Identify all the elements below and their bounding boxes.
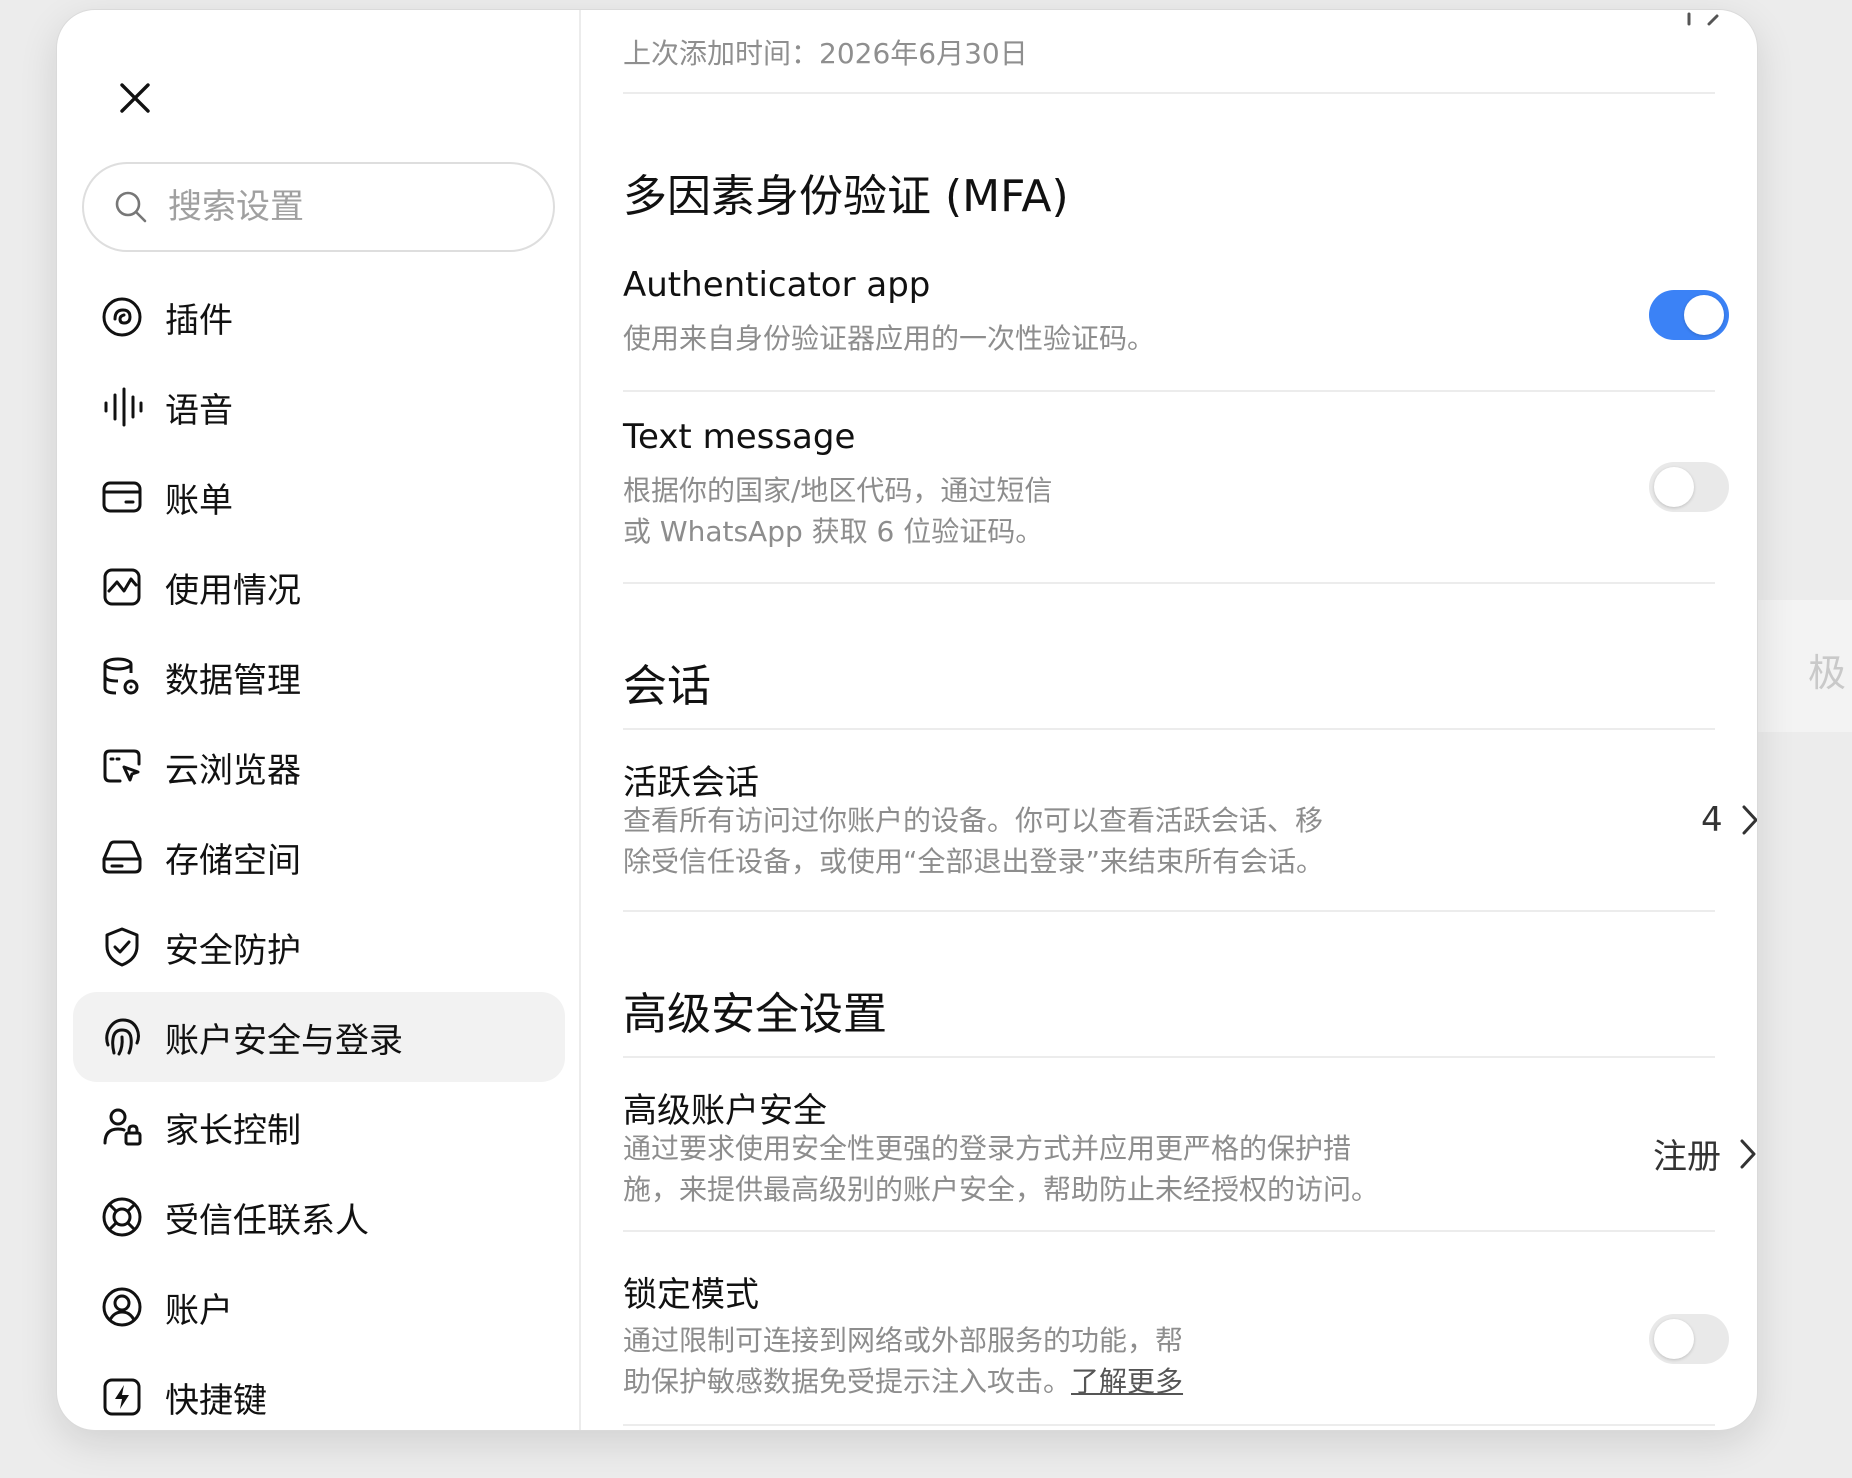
- authenticator-app-desc: 使用来自身份验证器应用的一次性验证码。: [623, 322, 1156, 355]
- settings-sidebar: 插件 语音 账单 使用情况: [57, 10, 581, 1430]
- active-sessions-desc-line: 查看所有访问过你账户的设备。你可以查看活跃会话、移: [623, 804, 1324, 837]
- toggle-knob: [1654, 1319, 1694, 1359]
- sidebar-item-label: 账单: [165, 480, 233, 521]
- sidebar-item-label: 账户安全与登录: [165, 1020, 403, 1061]
- authenticator-app-title: Authenticator app: [623, 265, 931, 305]
- divider: [623, 390, 1715, 392]
- sidebar-item-label: 数据管理: [165, 660, 301, 701]
- sidebar-item-label: 存储空间: [165, 840, 301, 881]
- sessions-section-title: 会话: [623, 661, 711, 712]
- advanced-security-section-title: 高级安全设置: [623, 989, 887, 1040]
- sidebar-item-account[interactable]: 账户: [73, 1262, 565, 1352]
- sidebar-item-voice[interactable]: 语音: [73, 362, 565, 452]
- sidebar-item-label: 语音: [165, 390, 233, 431]
- card-icon: [99, 474, 145, 520]
- voice-waveform-icon: [99, 384, 145, 430]
- database-settings-icon: [99, 654, 145, 700]
- lockdown-mode-desc: 通过限制可连接到网络或外部服务的功能，帮 助保护敏感数据免受提示注入攻击。了解更…: [623, 1320, 1383, 1402]
- active-sessions-desc: 查看所有访问过你账户的设备。你可以查看活跃会话、移 除受信任设备，或使用“全部退…: [623, 800, 1383, 882]
- divider: [623, 910, 1715, 912]
- learn-more-link[interactable]: 了解更多: [1071, 1365, 1183, 1398]
- divider: [623, 728, 1715, 730]
- advanced-account-security-desc-line: 通过要求使用安全性更强的登录方式并应用更严格的保护措: [623, 1132, 1352, 1165]
- settings-modal: 插件 语音 账单 使用情况: [57, 10, 1757, 1430]
- sidebar-item-label: 插件: [165, 300, 233, 341]
- lockdown-mode-desc-line: 通过限制可连接到网络或外部服务的功能，帮: [623, 1324, 1184, 1357]
- text-message-toggle[interactable]: [1649, 462, 1729, 512]
- shield-check-icon: [99, 924, 145, 970]
- toggle-knob: [1654, 467, 1694, 507]
- active-sessions-link[interactable]: 4: [1701, 800, 1757, 840]
- enroll-link[interactable]: 注册: [1653, 1129, 1757, 1178]
- top-row-chevron-icon: [1687, 12, 1719, 26]
- sidebar-item-label: 安全防护: [165, 930, 301, 971]
- chevron-right-icon: [1739, 1138, 1757, 1170]
- advanced-account-security-desc: 通过要求使用安全性更强的登录方式并应用更严格的保护措 施，来提供最高级别的账户安…: [623, 1128, 1383, 1210]
- text-message-desc: 根据你的国家/地区代码，通过短信 或 WhatsApp 获取 6 位验证码。: [623, 470, 1383, 552]
- parent-lock-icon: [99, 1104, 145, 1150]
- active-sessions-title: 活跃会话: [623, 763, 759, 803]
- sidebar-item-billing[interactable]: 账单: [73, 452, 565, 542]
- sidebar-item-cloud-browser[interactable]: 云浏览器: [73, 722, 565, 812]
- sidebar-item-label: 受信任联系人: [165, 1200, 369, 1241]
- settings-nav: 插件 语音 账单 使用情况 数据管理 云浏览器 存储空间 安全防护 账户安全与登…: [73, 272, 565, 1430]
- enroll-label: 注册: [1653, 1137, 1721, 1177]
- fingerprint-icon: [99, 1014, 145, 1060]
- close-button[interactable]: [99, 62, 171, 134]
- sidebar-item-data-management[interactable]: 数据管理: [73, 632, 565, 722]
- chevron-right-icon: [1741, 804, 1757, 836]
- advanced-account-security-desc-line: 施，来提供最高级别的账户安全，帮助防止未经授权的访问。: [623, 1173, 1380, 1206]
- sidebar-item-trusted-contacts[interactable]: 受信任联系人: [73, 1172, 565, 1262]
- divider: [623, 92, 1715, 94]
- close-icon: [120, 83, 150, 113]
- cloud-browser-icon: [99, 744, 145, 790]
- sidebar-item-storage[interactable]: 存储空间: [73, 812, 565, 902]
- text-message-title: Text message: [623, 417, 856, 457]
- active-sessions-count: 4: [1701, 800, 1723, 840]
- active-sessions-desc-line: 除受信任设备，或使用“全部退出登录”来结束所有会话。: [623, 845, 1325, 878]
- lockdown-mode-title: 锁定模式: [623, 1275, 759, 1315]
- authenticator-app-toggle[interactable]: [1649, 290, 1729, 340]
- background-partial-text: 极: [1808, 651, 1847, 695]
- account-circle-icon: [99, 1284, 145, 1330]
- sidebar-item-label: 云浏览器: [165, 750, 301, 791]
- sidebar-item-label: 快捷键: [165, 1380, 267, 1421]
- mfa-section-title: 多因素身份验证 (MFA): [623, 171, 1069, 222]
- sidebar-item-shortcuts[interactable]: 快捷键: [73, 1352, 565, 1430]
- plugin-icon: [99, 294, 145, 340]
- lockdown-mode-desc-line: 助保护敏感数据免受提示注入攻击。: [623, 1365, 1072, 1398]
- sidebar-item-security[interactable]: 安全防护: [73, 902, 565, 992]
- sidebar-item-label: 家长控制: [165, 1110, 301, 1151]
- advanced-account-security-title: 高级账户安全: [623, 1091, 827, 1131]
- lifebuoy-icon: [99, 1194, 145, 1240]
- toggle-knob: [1684, 295, 1724, 335]
- text-message-desc-line: 或 WhatsApp 获取 6 位验证码。: [623, 515, 1044, 548]
- search-input[interactable]: [168, 187, 528, 227]
- settings-content: 上次添加时间：2026年6月30日 多因素身份验证 (MFA) Authenti…: [581, 10, 1757, 1430]
- sidebar-item-usage[interactable]: 使用情况: [73, 542, 565, 632]
- sidebar-item-label: 使用情况: [165, 570, 301, 611]
- lockdown-mode-toggle[interactable]: [1649, 1314, 1729, 1364]
- sidebar-item-parental-controls[interactable]: 家长控制: [73, 1082, 565, 1172]
- search-icon: [115, 191, 147, 223]
- sidebar-item-label: 账户: [165, 1290, 233, 1331]
- last-added-time: 上次添加时间：2026年6月30日: [623, 37, 1028, 70]
- divider: [623, 582, 1715, 584]
- sidebar-item-account-security-login[interactable]: 账户安全与登录: [73, 992, 565, 1082]
- search-box[interactable]: [82, 162, 555, 252]
- usage-chart-icon: [99, 564, 145, 610]
- sidebar-item-plugins[interactable]: 插件: [73, 272, 565, 362]
- shortcut-bolt-icon: [99, 1374, 145, 1420]
- text-message-desc-line: 根据你的国家/地区代码，通过短信: [623, 474, 1053, 507]
- divider: [623, 1056, 1715, 1058]
- storage-drive-icon: [99, 834, 145, 880]
- divider: [623, 1424, 1715, 1426]
- divider: [623, 1230, 1715, 1232]
